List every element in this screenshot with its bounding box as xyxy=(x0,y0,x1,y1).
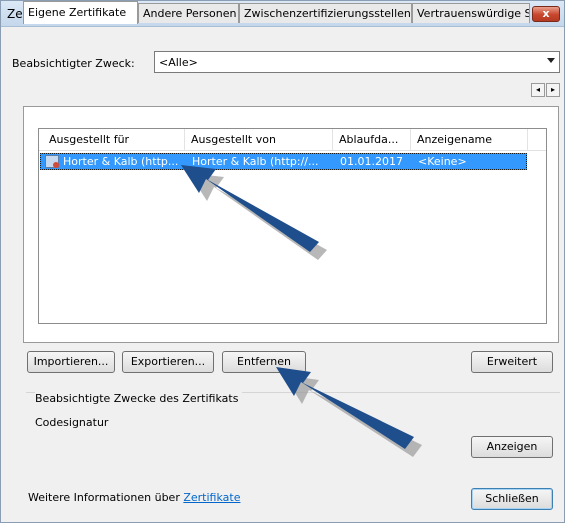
advanced-button[interactable]: Erweitert xyxy=(471,351,553,373)
certificate-list[interactable]: Ausgestellt für Ausgestellt von Ablaufda… xyxy=(38,128,547,324)
certificate-icon xyxy=(45,155,59,168)
purposes-value: Codesignatur xyxy=(35,416,109,429)
cell-issued-to: Horter & Kalb (http... xyxy=(63,155,179,168)
certificates-link[interactable]: Zertifikate xyxy=(183,491,240,504)
tab-panel: Ausgestellt für Ausgestellt von Ablaufda… xyxy=(23,106,559,343)
tab-andere-personen[interactable]: Andere Personen xyxy=(138,3,239,23)
more-info-label: Weitere Informationen über xyxy=(28,491,180,504)
cell-issued-by: Horter & Kalb (http://... xyxy=(192,155,319,168)
column-header-expires[interactable]: Ablaufda... xyxy=(339,133,398,146)
tab-label: Vertrauenswürdige S xyxy=(417,7,530,20)
export-button[interactable]: Exportieren... xyxy=(122,351,214,373)
tab-scroll-right-button[interactable]: ▸ xyxy=(546,83,560,97)
table-row[interactable]: Horter & Kalb (http... Horter & Kalb (ht… xyxy=(40,153,527,170)
tab-label: Andere Personen xyxy=(143,7,237,20)
remove-button[interactable]: Entfernen xyxy=(222,351,306,373)
purpose-select[interactable]: <Alle> xyxy=(154,51,560,73)
column-header-issued-by[interactable]: Ausgestellt von xyxy=(191,133,276,146)
tab-vertrauenswuerdige[interactable]: Vertrauenswürdige S xyxy=(412,3,530,23)
view-button[interactable]: Anzeigen xyxy=(471,436,553,458)
tab-label: Zwischenzertifizierungsstellen xyxy=(244,7,411,20)
certificates-dialog: Zertifikate x Beabsichtigter Zweck: <All… xyxy=(0,0,565,523)
tab-eigene-zertifikate[interactable]: Eigene Zertifikate xyxy=(23,1,138,24)
column-header-display-name[interactable]: Anzeigename xyxy=(417,133,492,146)
tab-zwischenzertifizierungsstellen[interactable]: Zwischenzertifizierungsstellen xyxy=(239,3,412,23)
close-window-button[interactable]: x xyxy=(532,6,560,22)
purpose-label: Beabsichtigter Zweck: xyxy=(12,57,135,70)
list-header: Ausgestellt für Ausgestellt von Ablaufda… xyxy=(39,129,546,151)
tab-label: Eigene Zertifikate xyxy=(28,6,127,19)
cell-display-name: <Keine> xyxy=(418,155,467,168)
chevron-down-icon xyxy=(547,58,555,63)
purpose-select-value: <Alle> xyxy=(159,56,198,69)
cell-expires: 01.01.2017 xyxy=(340,155,403,168)
tab-scroll-left-button[interactable]: ◂ xyxy=(531,83,545,97)
import-button[interactable]: Importieren... xyxy=(27,351,115,373)
close-button[interactable]: Schließen xyxy=(471,488,553,510)
purposes-group-label: Beabsichtigte Zwecke des Zertifikats xyxy=(35,392,243,405)
column-header-issued-to[interactable]: Ausgestellt für xyxy=(49,133,129,146)
more-info-text: Weitere Informationen über Zertifikate xyxy=(28,491,240,504)
